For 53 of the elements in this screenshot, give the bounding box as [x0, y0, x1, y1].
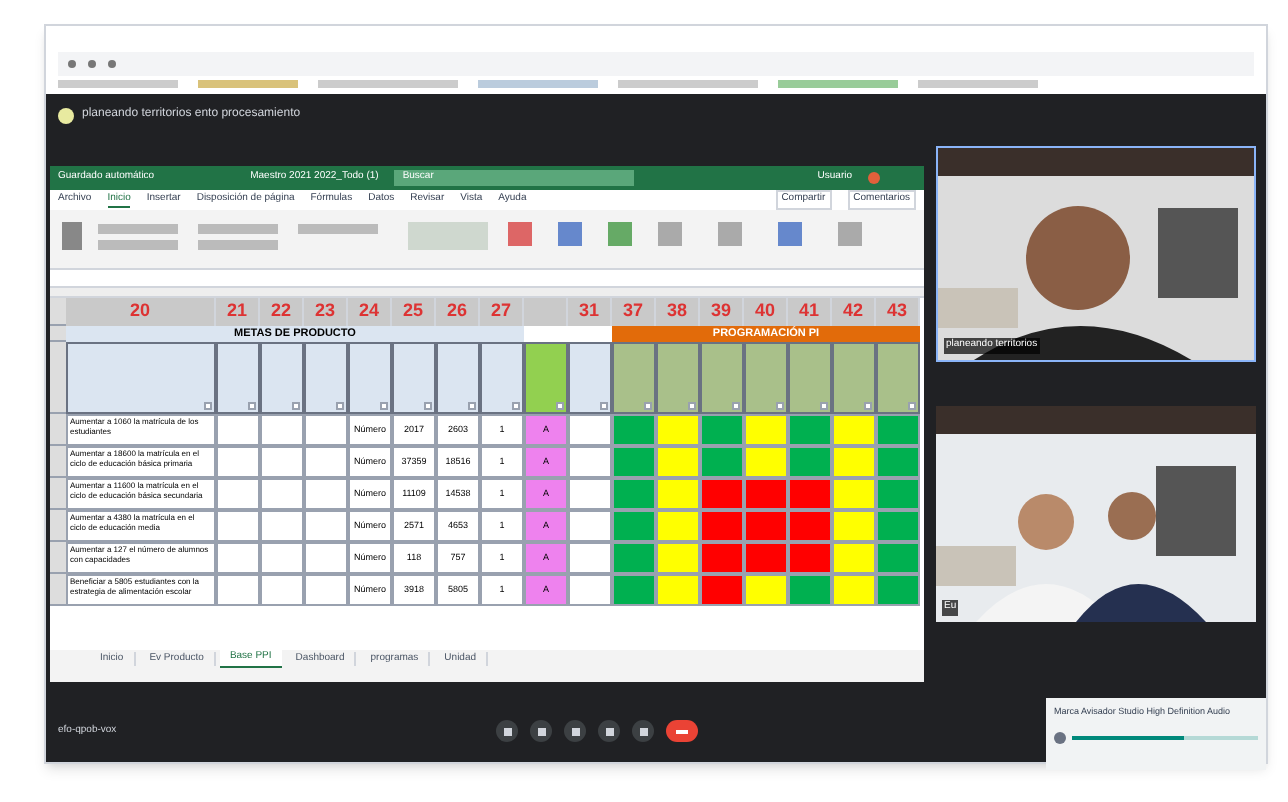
filter-icon[interactable] — [908, 401, 916, 410]
row-header[interactable] — [50, 413, 66, 446]
filter-icon[interactable] — [820, 401, 828, 410]
filter-icon[interactable] — [644, 401, 652, 410]
table-cell — [568, 509, 612, 542]
volume-slider[interactable] — [1072, 735, 1258, 740]
filter-icon[interactable] — [776, 401, 784, 410]
table-cell — [260, 445, 304, 478]
table-cell — [216, 445, 260, 478]
table-cell — [304, 541, 348, 574]
table-cell — [216, 477, 260, 510]
filter-icon[interactable] — [292, 401, 300, 410]
table-cell — [304, 477, 348, 510]
table-cell — [568, 541, 612, 574]
table-cell — [304, 573, 348, 606]
filter-icon[interactable] — [688, 401, 696, 410]
table-cell — [568, 413, 612, 446]
filter-icon[interactable] — [556, 401, 564, 410]
row-header[interactable] — [50, 541, 66, 574]
table-cell — [260, 477, 304, 510]
table-cell — [260, 573, 304, 606]
table-cell — [216, 509, 260, 542]
table-cell — [304, 445, 348, 478]
table-cell — [568, 477, 612, 510]
avatar-icon — [868, 171, 880, 184]
row-header[interactable] — [50, 573, 66, 606]
table-cell — [216, 573, 260, 606]
filter-icon[interactable] — [380, 401, 388, 410]
filter-icon[interactable] — [336, 401, 344, 410]
filter-icon[interactable] — [424, 401, 432, 410]
filter-icon[interactable] — [512, 401, 520, 410]
table-cell — [260, 541, 304, 574]
row-header[interactable] — [50, 509, 66, 542]
table-cell — [260, 413, 304, 446]
table-cell — [304, 413, 348, 446]
filter-icon[interactable] — [204, 401, 212, 410]
presenter-icon — [58, 107, 74, 124]
filter-icon[interactable] — [468, 401, 476, 410]
table-cell — [216, 413, 260, 446]
row-header[interactable] — [50, 445, 66, 478]
table-cell — [568, 445, 612, 478]
filter-icon[interactable] — [600, 401, 608, 410]
table-cell — [260, 509, 304, 542]
hang-up-button[interactable] — [666, 720, 699, 743]
filter-icon[interactable] — [248, 401, 256, 410]
row-header[interactable] — [50, 297, 66, 326]
table-cell — [568, 573, 612, 606]
row-header[interactable] — [50, 341, 66, 414]
filter-icon[interactable] — [864, 401, 872, 410]
row-header[interactable] — [50, 477, 66, 510]
table-cell — [216, 541, 260, 574]
table-cell — [304, 509, 348, 542]
filter-icon[interactable] — [732, 401, 740, 410]
